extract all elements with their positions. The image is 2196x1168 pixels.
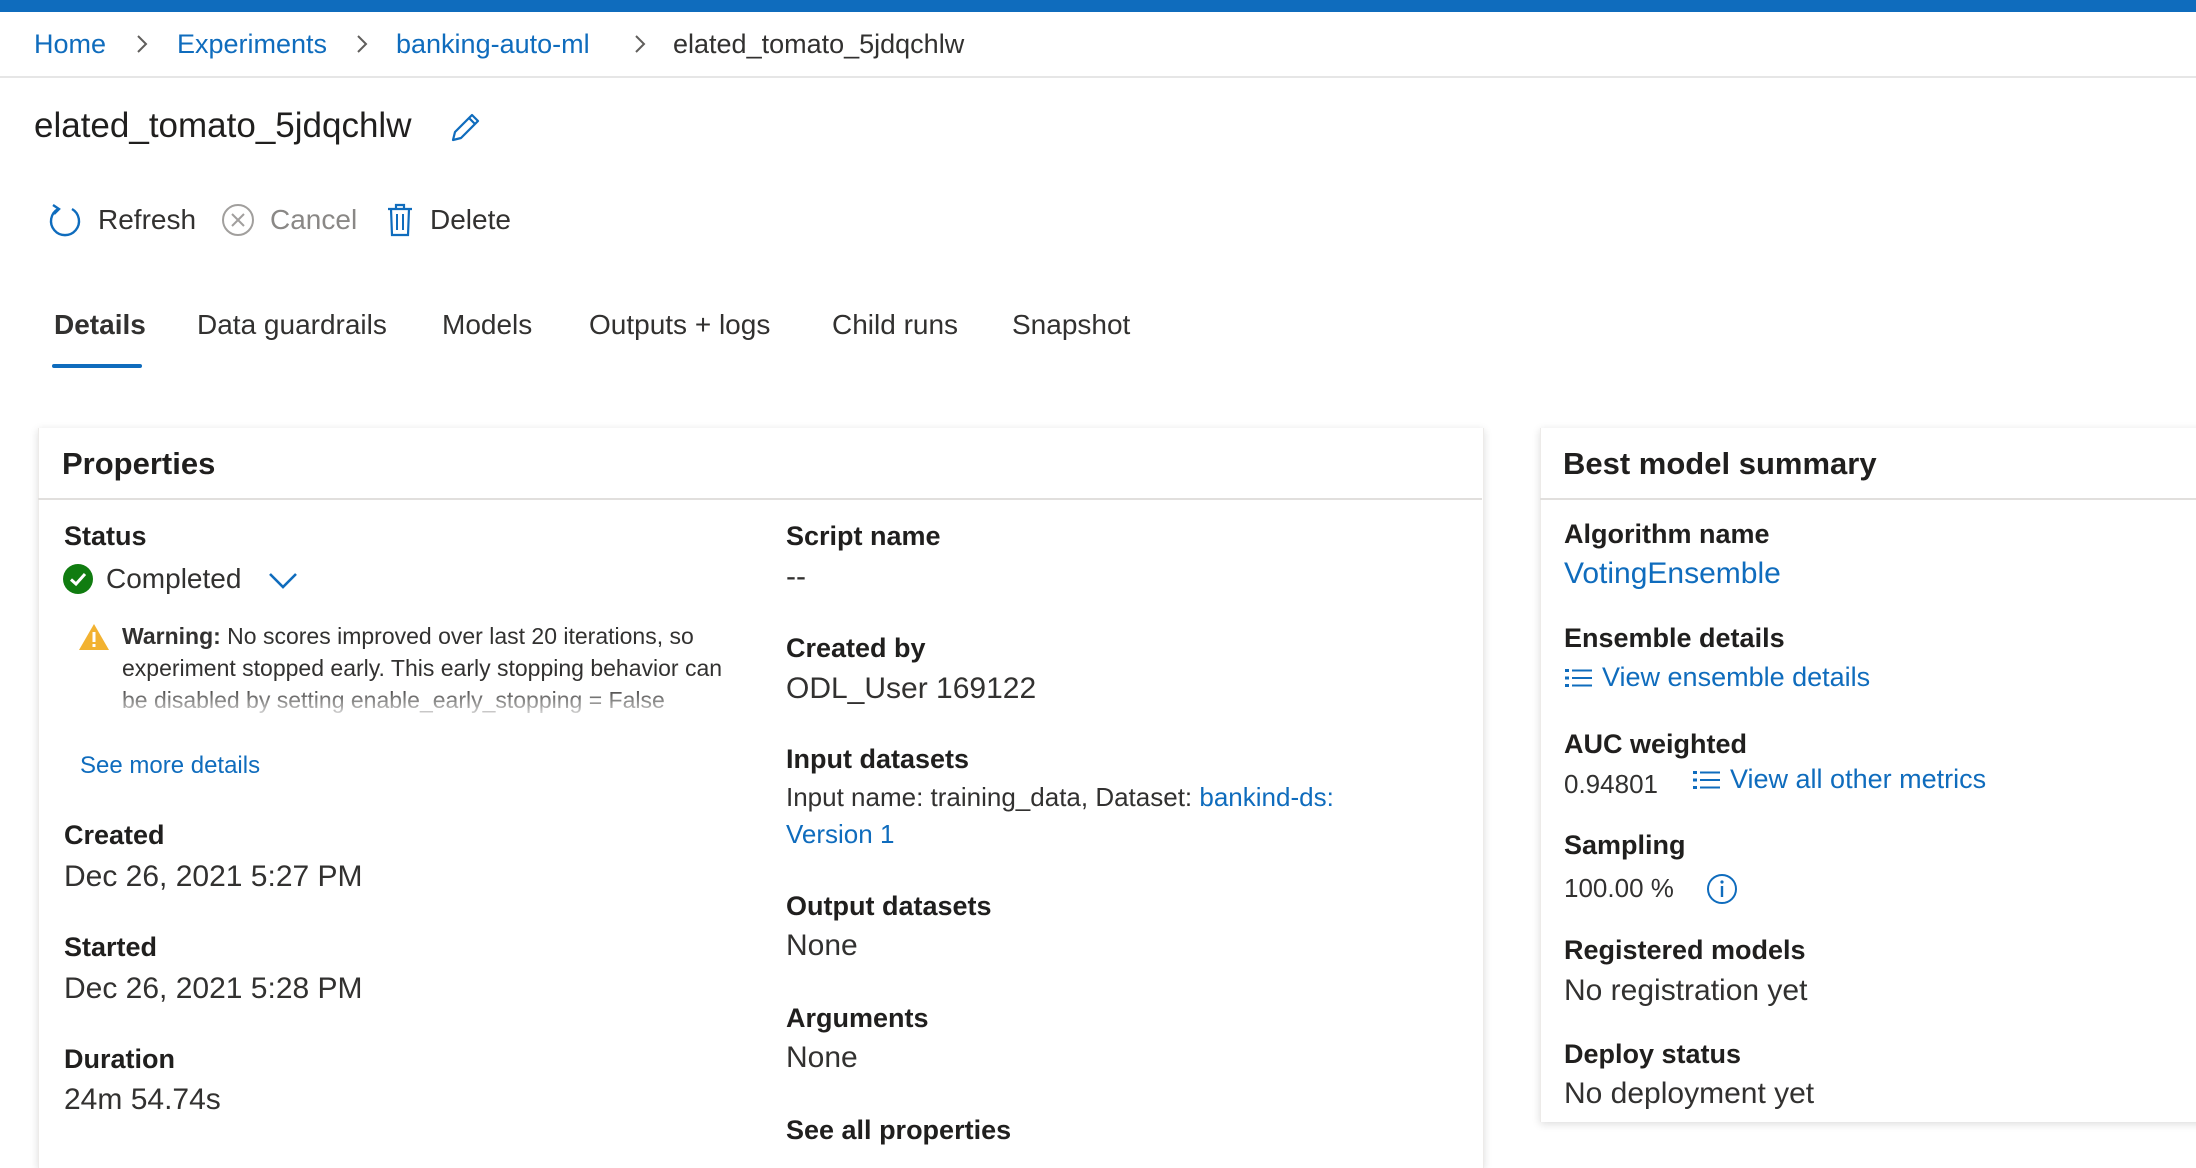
output-datasets-label: Output datasets — [786, 891, 992, 921]
see-more-details-link[interactable]: See more details — [80, 752, 260, 780]
warning-icon — [79, 624, 109, 650]
input-datasets-label: Input datasets — [786, 744, 970, 774]
duration-label: Duration — [64, 1044, 175, 1074]
algorithm-name-label: Algorithm name — [1564, 519, 1770, 549]
page-title: elated_tomato_5jdqchlw — [34, 106, 412, 145]
chevron-right-icon — [137, 35, 148, 53]
deploy-status-label: Deploy status — [1564, 1039, 1742, 1069]
registered-models-value: No registration yet — [1564, 974, 1808, 1007]
duration-value: 24m 54.74s — [64, 1083, 221, 1116]
created-value: Dec 26, 2021 5:27 PM — [64, 860, 363, 893]
ensemble-details-label: Ensemble details — [1564, 623, 1785, 653]
algorithm-name-link[interactable]: VotingEnsemble — [1564, 555, 1781, 593]
tab-details[interactable]: Details — [54, 306, 146, 344]
cancel-icon — [222, 204, 254, 236]
success-check-icon — [63, 564, 93, 594]
auc-weighted-value: 0.94801 — [1564, 769, 1658, 799]
properties-divider — [38, 498, 1482, 500]
cancel-button[interactable]: Cancel — [220, 200, 357, 240]
tab-child-runs[interactable]: Child runs — [832, 306, 958, 344]
sampling-value: 100.00 % — [1564, 873, 1674, 903]
chevron-right-icon — [357, 35, 368, 53]
refresh-label: Refresh — [98, 204, 197, 235]
sampling-label: Sampling — [1564, 830, 1686, 860]
view-ensemble-details-link[interactable]: View ensemble details — [1564, 662, 1870, 693]
warning-prefix: Warning: — [122, 623, 221, 649]
refresh-icon — [49, 204, 81, 237]
created-label: Created — [64, 820, 165, 850]
info-icon[interactable] — [1705, 872, 1739, 906]
created-by-label: Created by — [786, 633, 926, 663]
breadcrumb-banking-auto-ml[interactable]: banking-auto-ml — [396, 26, 590, 62]
refresh-button[interactable]: Refresh — [46, 200, 196, 240]
view-ensemble-details-label: View ensemble details — [1602, 662, 1871, 692]
delete-button[interactable]: Delete — [384, 200, 511, 240]
delete-icon — [388, 203, 412, 237]
output-datasets-value: None — [786, 929, 858, 962]
started-value: Dec 26, 2021 5:28 PM — [64, 972, 363, 1005]
view-all-metrics-label: View all other metrics — [1730, 764, 1987, 794]
edit-pencil-icon[interactable] — [447, 110, 483, 146]
auc-weighted-label: AUC weighted — [1564, 729, 1748, 759]
warning-fade-overlay — [80, 686, 740, 716]
status-label: Status — [64, 521, 147, 551]
tab-snapshot[interactable]: Snapshot — [1012, 306, 1130, 344]
cancel-label: Cancel — [270, 204, 358, 235]
started-label: Started — [64, 932, 158, 962]
breadcrumb-experiments[interactable]: Experiments — [177, 26, 327, 62]
list-icon — [1693, 770, 1720, 789]
status-value: Completed — [106, 563, 242, 594]
created-by-value: ODL_User 169122 — [786, 672, 1037, 705]
properties-title: Properties — [62, 446, 216, 481]
best-model-title: Best model summary — [1563, 446, 1877, 481]
script-name-label: Script name — [786, 521, 941, 551]
delete-label: Delete — [430, 204, 511, 235]
chevron-right-icon — [635, 35, 646, 53]
deploy-status-value: No deployment yet — [1564, 1077, 1815, 1110]
breadcrumb — [0, 12, 2196, 78]
tab-outputs-logs[interactable]: Outputs + logs — [589, 306, 770, 344]
tab-data-guardrails[interactable]: Data guardrails — [197, 306, 387, 344]
dataset-link[interactable]: bankind-ds: — [1199, 782, 1333, 812]
see-all-properties-link[interactable]: See all properties — [786, 1113, 1011, 1147]
breadcrumb-home[interactable]: Home — [34, 26, 106, 62]
chevron-down-icon[interactable] — [266, 566, 300, 594]
view-all-metrics-link[interactable]: View all other metrics — [1692, 764, 1986, 795]
top-accent-bar — [0, 0, 2196, 12]
arguments-label: Arguments — [786, 1003, 929, 1033]
script-name-value: -- — [786, 560, 806, 593]
input-datasets-text: Input name: training_data, Dataset: — [786, 782, 1200, 812]
input-datasets-value: Input name: training_data, Dataset: bank… — [786, 779, 1406, 853]
tab-models[interactable]: Models — [442, 306, 532, 344]
dataset-version-link[interactable]: Version 1 — [786, 819, 894, 849]
arguments-value: None — [786, 1041, 858, 1074]
active-tab-indicator — [52, 364, 142, 368]
breadcrumb-current: elated_tomato_5jdqchlw — [673, 29, 965, 59]
registered-models-label: Registered models — [1564, 935, 1806, 965]
best-model-divider — [1540, 498, 2196, 500]
list-icon — [1565, 668, 1592, 687]
